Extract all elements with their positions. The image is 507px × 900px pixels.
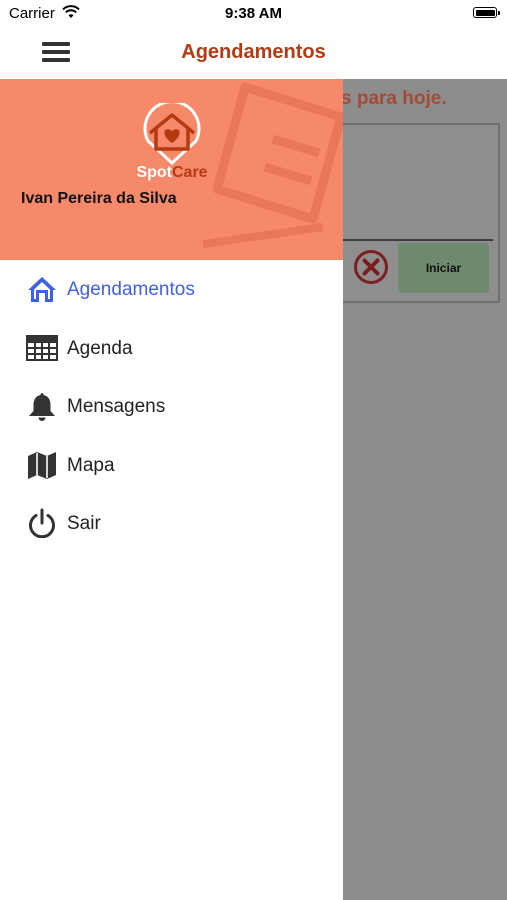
home-icon bbox=[28, 277, 56, 302]
content-overlay[interactable]: s para hoje. Iniciar bbox=[341, 79, 507, 900]
power-icon bbox=[29, 508, 55, 538]
clock: 9:38 AM bbox=[225, 5, 282, 22]
spotcare-logo: SpotCare bbox=[130, 100, 214, 183]
battery-icon bbox=[473, 7, 500, 18]
menu-item-agenda[interactable]: Agenda bbox=[0, 319, 343, 378]
menu-item-label: Mensagens bbox=[67, 396, 166, 417]
brand-name: SpotCare bbox=[136, 164, 208, 181]
app-header: Agendamentos bbox=[0, 28, 507, 79]
menu-item-mapa[interactable]: Mapa bbox=[0, 436, 343, 495]
user-name: Ivan Pereira da Silva bbox=[21, 190, 177, 207]
clipboard-watermark-icon bbox=[203, 82, 343, 248]
drawer-menu: Agendamentos Agenda Mensagens Mapa Sair bbox=[0, 260, 343, 553]
house-heart-icon bbox=[143, 100, 201, 166]
card-divider bbox=[343, 239, 493, 241]
start-button[interactable]: Iniciar bbox=[398, 243, 489, 293]
menu-item-sair[interactable]: Sair bbox=[0, 494, 343, 553]
menu-item-agendamentos[interactable]: Agendamentos bbox=[0, 260, 343, 319]
appointments-notice: s para hoje. bbox=[341, 88, 447, 109]
drawer-header: SpotCare Ivan Pereira da Silva bbox=[0, 79, 343, 260]
map-icon bbox=[28, 451, 56, 479]
status-bar: Carrier 9:38 AM bbox=[0, 0, 507, 28]
cancel-icon[interactable] bbox=[353, 249, 389, 285]
menu-item-label: Agendamentos bbox=[67, 279, 195, 300]
menu-item-label: Sair bbox=[67, 513, 101, 534]
navigation-drawer: SpotCare Ivan Pereira da Silva Agendamen… bbox=[0, 79, 343, 900]
page-title: Agendamentos bbox=[181, 41, 326, 63]
bell-icon bbox=[29, 393, 55, 421]
calendar-grid-icon bbox=[26, 334, 58, 361]
menu-item-mensagens[interactable]: Mensagens bbox=[0, 377, 343, 436]
menu-item-label: Mapa bbox=[67, 454, 115, 476]
menu-item-label: Agenda bbox=[67, 337, 133, 359]
